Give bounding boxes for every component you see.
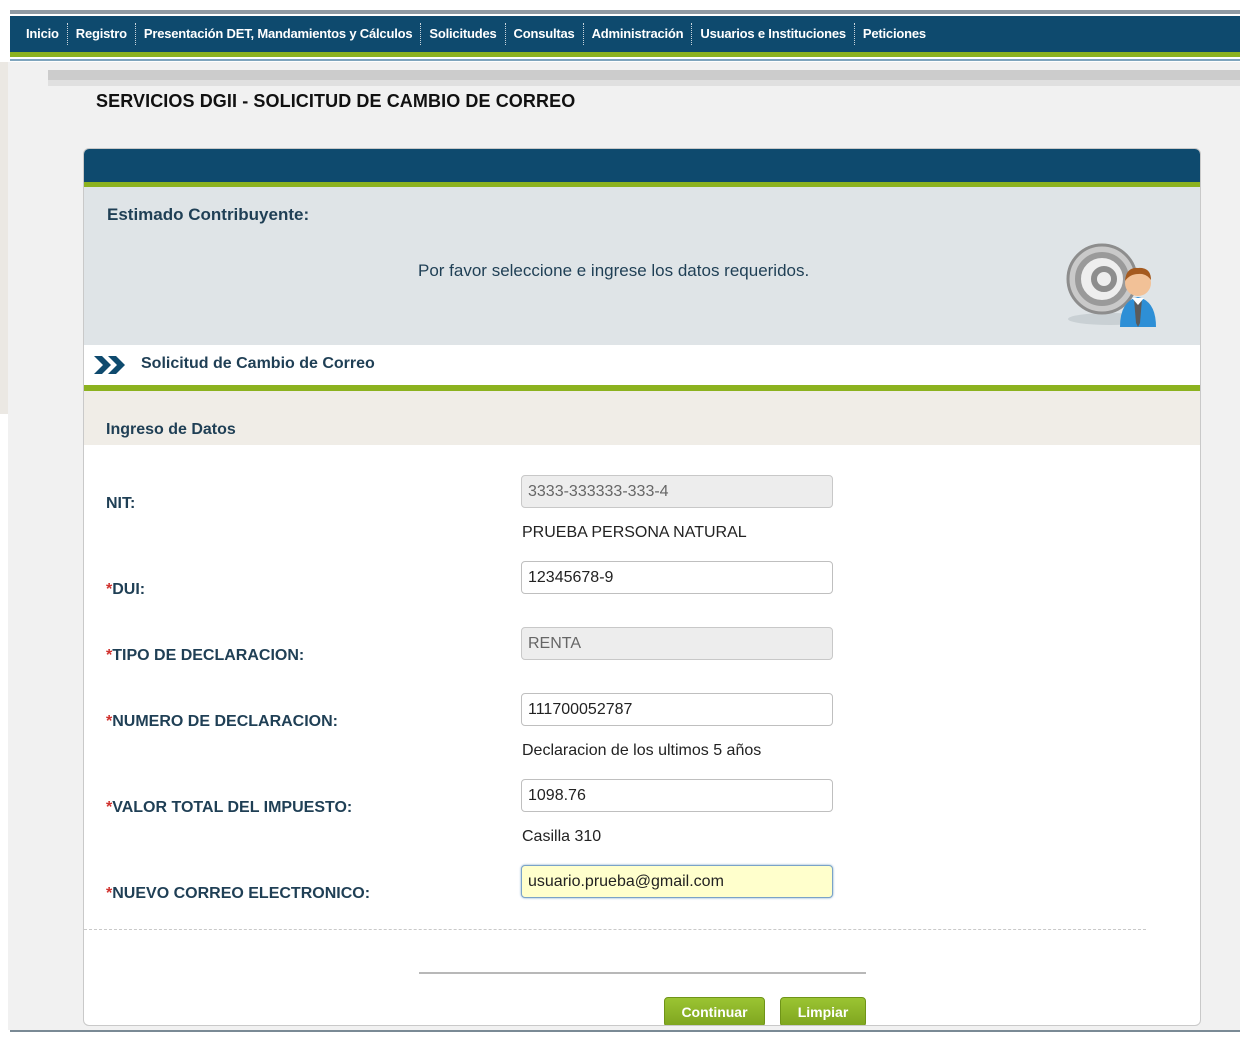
data-entry-subheader: Ingreso de Datos — [84, 391, 1200, 445]
declaration-number-note: Declaracion de los ultimos 5 años — [522, 742, 762, 759]
form-divider — [84, 929, 1146, 930]
declaration-type-field: RENTA — [521, 627, 833, 660]
nav-presentacion[interactable]: Presentación DET, Mandamientos y Cálculo… — [136, 16, 421, 52]
page-title: SERVICIOS DGII - SOLICITUD DE CAMBIO DE … — [96, 91, 576, 111]
header-grey-bar-light — [48, 80, 1240, 86]
button-divider — [419, 972, 866, 974]
request-card: Estimado Contribuyente: Por favor selecc… — [83, 148, 1201, 1026]
nit-field: 3333-333333-333-4 — [521, 475, 833, 508]
nav-peticiones[interactable]: Peticiones — [855, 16, 934, 52]
nav-administracion[interactable]: Administración — [584, 16, 692, 52]
tax-total-label: *VALOR TOTAL DEL IMPUESTO: — [106, 799, 353, 816]
nit-label: NIT: — [106, 495, 136, 512]
nav-consultas[interactable]: Consultas — [506, 16, 583, 52]
nav-solicitudes[interactable]: Solicitudes — [421, 16, 504, 52]
nav-blue-stripe — [10, 59, 1240, 61]
tax-total-note: Casilla 310 — [522, 828, 602, 845]
header-grey-bar — [48, 70, 1240, 80]
intro-title: Estimado Contribuyente: — [107, 205, 310, 224]
email-user-icon — [1066, 243, 1156, 327]
dui-label: *DUI: — [106, 581, 146, 598]
tax-total-field[interactable]: 1098.76 — [521, 779, 833, 812]
top-border — [10, 10, 1240, 14]
taxpayer-name: PRUEBA PERSONA NATURAL — [522, 524, 747, 541]
section-heading-row: Solicitud de Cambio de Correo — [84, 345, 1200, 385]
nav-green-stripe — [10, 52, 1240, 57]
continue-button[interactable]: Continuar — [664, 997, 765, 1025]
clear-button[interactable]: Limpiar — [780, 997, 866, 1025]
new-email-label: *NUEVO CORREO ELECTRONICO: — [106, 885, 371, 902]
dui-field[interactable]: 12345678-9 — [521, 561, 833, 594]
data-entry-title: Ingreso de Datos — [106, 421, 236, 438]
new-email-field[interactable]: usuario.prueba@gmail.com — [521, 865, 833, 898]
nav-registro[interactable]: Registro — [68, 16, 135, 52]
main-navbar: Inicio Registro Presentación DET, Mandam… — [10, 16, 1240, 52]
double-chevron-icon — [94, 356, 125, 374]
section-title: Solicitud de Cambio de Correo — [141, 355, 375, 372]
declaration-number-label: *NUMERO DE DECLARACION: — [106, 713, 339, 730]
left-strip — [0, 62, 8, 414]
intro-panel: Estimado Contribuyente: Por favor selecc… — [84, 187, 1200, 345]
nav-usuarios[interactable]: Usuarios e Instituciones — [692, 16, 853, 52]
nav-inicio[interactable]: Inicio — [10, 16, 67, 52]
card-header — [84, 149, 1200, 182]
declaration-number-field[interactable]: 111700052787 — [521, 693, 833, 726]
bottom-border — [10, 1030, 1240, 1032]
intro-message: Por favor seleccione e ingrese los datos… — [418, 261, 810, 280]
declaration-type-label: *TIPO DE DECLARACION: — [106, 647, 305, 664]
